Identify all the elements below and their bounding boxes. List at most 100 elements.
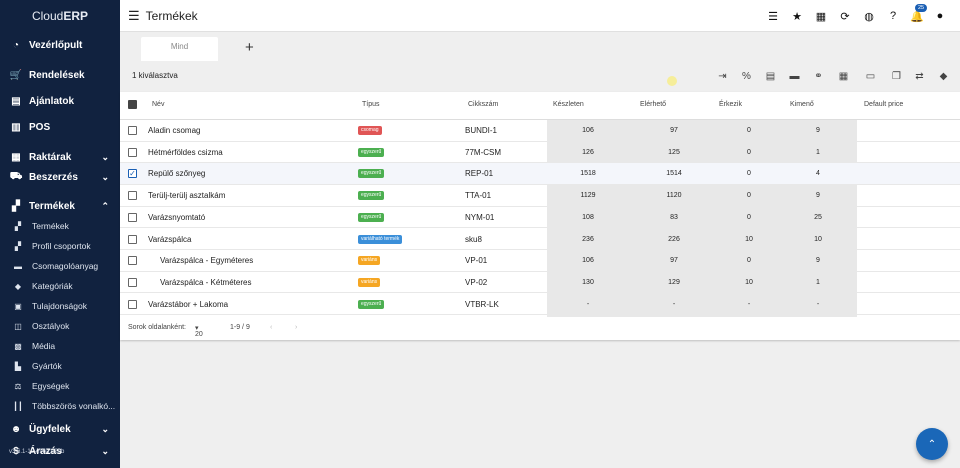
sidebar-item-1[interactable]: 🛒 Rendelések	[0, 68, 120, 82]
sidebar-item-label: Termékek	[32, 221, 69, 231]
sidebar-item-5[interactable]: ⛟ Beszerzés ⌄	[0, 170, 120, 184]
table-row[interactable]: Varázsnyomtató egyszerű NYM-01 108 83 0 25	[120, 207, 960, 229]
row-checkbox[interactable]	[128, 147, 137, 157]
sidebar-item-16[interactable]: ┃┃ Többszörös vonalkó...	[0, 399, 120, 413]
note-icon[interactable]: ▬	[788, 70, 801, 83]
handshake-icon[interactable]: ⚭	[812, 70, 825, 83]
sidebar-item-11[interactable]: ▣ Tulajdonságok	[0, 299, 120, 313]
row-checkbox[interactable]	[128, 191, 137, 201]
sidebar-item-4[interactable]: ▦ Raktárak ⌄	[0, 150, 120, 164]
tag-icon: ◆	[14, 281, 22, 291]
star-icon[interactable]: ★	[790, 9, 804, 23]
next-page-icon[interactable]: ›	[295, 324, 297, 331]
sidebar-item-8[interactable]: ▞ Profil csoportok	[0, 239, 120, 253]
export-icon[interactable]: ⇥	[716, 70, 729, 83]
sidebar-item-9[interactable]: ▬ Csomagolóanyag	[0, 259, 120, 273]
col-sku[interactable]: Cikkszám	[468, 101, 498, 108]
properties-icon: ▣	[14, 301, 22, 311]
outgoing-value: 25	[814, 213, 822, 221]
sidebar-item-17[interactable]: ☻ Ügyfelek ⌄	[0, 422, 120, 436]
sidebar-item-3[interactable]: ▥ POS	[0, 120, 120, 134]
brand-logo[interactable]: Cloud ERP	[0, 0, 120, 32]
account-icon[interactable]: ●	[933, 9, 947, 23]
table-row[interactable]: ✓ Repülő szőnyeg egyszerű REP-01 1518 1514 0 4	[120, 163, 960, 185]
rows-per-page-select[interactable]: 20 ▾	[195, 324, 203, 338]
table-row[interactable]: Varázspálca - Kétméteres variáns VP-02 130 1…	[120, 272, 960, 294]
copy-icon[interactable]: ❐	[890, 70, 903, 83]
incoming-value: 0	[747, 192, 751, 200]
col-incoming[interactable]: Érkezik	[719, 101, 742, 108]
help-icon[interactable]: ?	[886, 9, 900, 23]
row-checkbox[interactable]	[128, 256, 137, 266]
prev-page-icon[interactable]: ‹	[270, 324, 272, 331]
available-value: 125	[668, 148, 680, 156]
row-checkbox[interactable]	[128, 212, 137, 222]
row-checkbox[interactable]	[128, 126, 137, 135]
table-row[interactable]: Terülj-terülj asztalkám egyszerű TTA-01 112…	[120, 185, 960, 207]
factory-icon: ▙	[14, 361, 22, 371]
menu-icon[interactable]: ☰	[128, 8, 140, 24]
product-sku: sku8	[465, 234, 482, 244]
product-name: Varázstábor + Lakoma	[148, 299, 229, 309]
row-checkbox[interactable]	[128, 277, 137, 287]
col-stock[interactable]: Készleten	[553, 101, 584, 108]
col-outgoing[interactable]: Kimenő	[790, 101, 814, 108]
sidebar-item-label: Többszörös vonalkó...	[32, 401, 116, 411]
select-all-checkbox[interactable]	[128, 100, 137, 109]
globe-icon[interactable]: ◍	[862, 9, 876, 23]
incoming-value: 0	[747, 170, 751, 178]
sidebar-item-label: POS	[29, 121, 51, 133]
table-row[interactable]: Aladin csomag csomag BUNDI-1 106 97 0 9	[120, 120, 960, 142]
scroll-top-button[interactable]: ⌃	[916, 428, 948, 460]
table-row[interactable]: Varázspálca variálható termék sku8 236 226 10…	[120, 229, 960, 251]
sidebar-item-0[interactable]: ◔ Vezérlőpult	[0, 38, 120, 52]
clipboard-icon[interactable]: ▤	[764, 70, 777, 83]
customers-icon: ☻	[10, 423, 22, 435]
stock-value: 126	[582, 148, 594, 156]
sync-icon[interactable]: ⟳	[838, 9, 852, 23]
tag-action-icon[interactable]: ◆	[937, 70, 950, 83]
warehouse-action-icon[interactable]: ▦	[837, 70, 850, 83]
col-name[interactable]: Név	[152, 101, 164, 108]
sidebar-item-12[interactable]: ◫ Osztályok	[0, 319, 120, 333]
available-value: 1514	[666, 170, 682, 178]
product-name: Varázspálca - Egyméteres	[160, 256, 254, 266]
media-icon: ▩	[14, 341, 22, 351]
col-type[interactable]: Típus	[362, 101, 380, 108]
notification-badge: 25	[915, 4, 927, 12]
product-sku: VTBR-LK	[465, 299, 499, 309]
add-tab-button[interactable]: +	[245, 39, 254, 56]
package-icon: ▬	[14, 261, 22, 271]
sidebar-item-label: Beszerzés	[29, 171, 78, 183]
building-icon[interactable]: ▦	[814, 9, 828, 23]
product-sku: VP-02	[465, 277, 488, 287]
version-label: v3.6.1-12-e96a1f29b	[9, 449, 65, 455]
chevron-icon: ⌄	[101, 423, 109, 434]
table-row[interactable]: Varázspálca - Egyméteres variáns VP-01 106 9…	[120, 250, 960, 272]
sidebar-item-label: Vezérlőpult	[29, 39, 83, 51]
outgoing-value: 9	[816, 127, 820, 134]
tab-all[interactable]: Mind	[141, 37, 218, 61]
row-checkbox[interactable]	[128, 234, 137, 244]
dashboard-icon: ◔	[12, 39, 20, 51]
sidebar-item-label: Termékek	[29, 200, 75, 212]
sidebar-item-10[interactable]: ◆ Kategóriák	[0, 279, 120, 293]
sidebar-item-15[interactable]: ⚖ Egységek	[0, 379, 120, 393]
sidebar-item-14[interactable]: ▙ Gyártók	[0, 359, 120, 373]
sidebar-item-6[interactable]: ▞ Termékek ⌃	[0, 199, 120, 213]
table-row[interactable]: Hétmérföldes csizma egyszerű 77M-CSM 126 125…	[120, 142, 960, 164]
sidebar-item-13[interactable]: ▩ Média	[0, 339, 120, 353]
stock-value: 1518	[580, 170, 596, 178]
checklist-icon[interactable]: ☰	[766, 9, 780, 23]
sidebar-item-2[interactable]: ▤ Ajánlatok	[0, 94, 120, 108]
row-checkbox[interactable]	[128, 299, 137, 309]
table-row[interactable]: Varázstábor + Lakoma egyszerű VTBR-LK - - - -	[120, 294, 960, 316]
col-available[interactable]: Elérhető	[640, 101, 666, 108]
col-price[interactable]: Default price	[864, 101, 903, 108]
percent-icon[interactable]: %	[740, 70, 753, 83]
store-icon[interactable]: ▭	[864, 70, 877, 83]
swap-icon[interactable]: ⇄	[913, 70, 926, 83]
bulk-toolbar: 1 kiválasztva ⇥ % ▤ ▬ ⚭ ▦ ▭ ❐ ⇄ ◆	[120, 62, 960, 92]
row-checkbox[interactable]: ✓	[128, 169, 137, 179]
sidebar-item-7[interactable]: ▞ Termékek	[0, 219, 120, 233]
